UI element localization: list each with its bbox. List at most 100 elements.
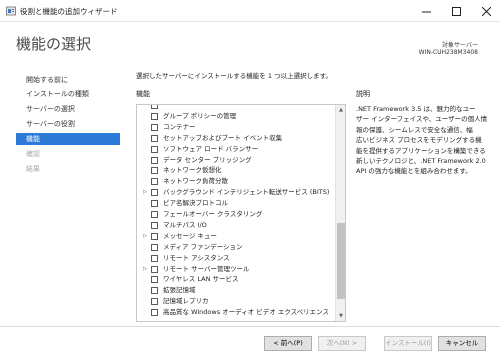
minimize-button[interactable]: [412, 0, 440, 22]
wizard-navigation: 開始する前に インストールの種類 サーバーの選択 サーバーの役割 機能 確認 結果: [0, 66, 122, 316]
feature-label: メディア ファンデーション: [163, 242, 243, 251]
target-server-label: 対象サーバー: [442, 42, 478, 49]
description-line: 新しいテクノロジと、.NET Framework 2.0: [356, 157, 486, 166]
feature-checkbox[interactable]: [151, 243, 158, 251]
feature-label: 高品質な Windows オーディオ ビデオ エクスペリエンス: [163, 308, 330, 317]
feature-description: .NET Framework 3.5 は、魅力的なユーザー インターフェイスや、…: [356, 104, 492, 177]
feature-list-item[interactable]: 記憶域レプリカ: [137, 296, 333, 307]
feature-checkbox[interactable]: [151, 287, 158, 295]
wizard-content: 選択したサーバーにインストールする機能を 1 つ以上選択します。 機能 説明 ▲…: [126, 66, 500, 326]
feature-list-item[interactable]: リモート アシスタンス: [137, 253, 333, 264]
feature-checkbox[interactable]: [151, 298, 158, 306]
close-icon: [481, 6, 491, 16]
nav-item: 確認: [26, 150, 40, 158]
nav-item[interactable]: 開始する前に: [16, 74, 120, 86]
feature-list-item[interactable]: セットアップおよびブート イベント収集: [137, 133, 333, 144]
scroll-down-arrow-icon[interactable]: ▼: [336, 311, 345, 321]
feature-label: フェールオーバー クラスタリング: [163, 210, 263, 218]
feature-label: バックグラウンド インテリジェント転送サービス (BITS): [163, 188, 330, 197]
feature-checkbox[interactable]: [151, 276, 158, 284]
feature-list-item[interactable]: ネットワーク仮想化: [137, 165, 333, 176]
feature-checkbox[interactable]: [151, 167, 158, 175]
feature-list-item[interactable]: ▷ リモート サーバー管理ツール: [137, 264, 333, 275]
feature-list-item[interactable]: マルチパス I/O: [137, 220, 333, 231]
feature-checkbox[interactable]: [151, 145, 158, 153]
description-line: 広いビジネス プロセスをモデリングする機: [356, 136, 482, 145]
feature-checkbox[interactable]: [151, 309, 158, 317]
nav-item[interactable]: サーバーの選択: [16, 103, 120, 115]
feature-label: リモート アシスタンス: [163, 253, 230, 262]
previous-button[interactable]: < 前へ(P): [264, 336, 312, 351]
expand-arrow-icon[interactable]: ▷: [142, 187, 148, 198]
feature-list-item[interactable]: データ センター ブリッジング: [137, 155, 333, 166]
feature-label: データ センター ブリッジング: [163, 155, 252, 164]
feature-checkbox[interactable]: [151, 265, 158, 273]
install-button[interactable]: インストール(I): [384, 336, 432, 351]
feature-checkbox[interactable]: [151, 112, 158, 120]
feature-list-item[interactable]: ピア名解決プロトコル: [137, 198, 333, 209]
nav-item[interactable]: サーバーの役割: [16, 118, 120, 130]
feature-tree-list[interactable]: ▲ ▼ グループ ポリシーの管理コンテナー セットアップおよびブート イベント収集…: [136, 104, 346, 322]
feature-label: メッセージ キュー: [163, 231, 217, 240]
feature-checkbox[interactable]: [151, 200, 158, 208]
page-title: 機能の選択: [16, 35, 92, 53]
feature-list-item[interactable]: ソフトウェア ロード バランサー: [137, 144, 333, 155]
feature-label: ピア名解決プロトコル: [163, 199, 228, 208]
feature-list-item[interactable]: コンテナー: [137, 122, 333, 133]
nav-item[interactable]: 機能: [16, 133, 120, 145]
feature-label: ネットワーク仮想化: [163, 166, 222, 175]
description-line: 報の保護、シームレスで安全な通信、幅: [356, 125, 473, 134]
feature-checkbox[interactable]: [151, 123, 158, 131]
scrollbar-thumb[interactable]: [337, 223, 345, 299]
maximize-button[interactable]: [442, 0, 470, 22]
next-button[interactable]: 次へ(N) >: [318, 336, 366, 351]
feature-checkbox[interactable]: [151, 232, 158, 240]
feature-checkbox[interactable]: [151, 221, 158, 229]
feature-checkbox[interactable]: [151, 105, 158, 109]
feature-label: グループ ポリシーの管理: [163, 111, 237, 120]
wizard-header: 機能の選択 対象サーバー WIN-CUH238M3408: [0, 22, 500, 66]
nav-item[interactable]: インストールの種類: [16, 88, 120, 100]
feature-checkbox[interactable]: [151, 211, 158, 218]
feature-checkbox[interactable]: [151, 156, 158, 164]
feature-checkbox[interactable]: [151, 134, 158, 142]
feature-list-item[interactable]: ネットワーク負荷分散: [137, 176, 333, 187]
feature-list-item[interactable]: メディア ファンデーション: [137, 242, 333, 253]
feature-list-item[interactable]: 高品質な Windows オーディオ ビデオ エクスペリエンス: [137, 307, 333, 318]
close-button[interactable]: [472, 0, 500, 22]
feature-label: リモート サーバー管理ツール: [163, 264, 250, 273]
wizard-footer: < 前へ(P) 次へ(N) > インストール(I) キャンセル: [0, 326, 500, 358]
description-line: 能を提供するアプリケーションを構築できる: [356, 146, 486, 155]
feature-label: 記憶域レプリカ: [163, 297, 209, 306]
title-bar: 役割と機能の追加ウィザード: [0, 0, 500, 22]
expand-arrow-icon[interactable]: ▷: [142, 231, 148, 242]
target-server-name: WIN-CUH238M3408: [418, 49, 478, 56]
instruction-text: 選択したサーバーにインストールする機能を 1 つ以上選択します。: [136, 72, 332, 80]
feature-checkbox[interactable]: [151, 189, 158, 197]
maximize-icon: [451, 6, 461, 16]
feature-list-item[interactable]: グループ ポリシーの管理: [137, 111, 333, 122]
minimize-icon: [421, 11, 431, 12]
feature-label: セットアップおよびブート イベント収集: [163, 133, 283, 142]
window-title: 役割と機能の追加ウィザード: [20, 7, 118, 16]
feature-list-item[interactable]: ▷ メッセージ キュー: [137, 231, 333, 242]
feature-list-scrollbar[interactable]: ▲ ▼: [335, 105, 345, 321]
feature-checkbox[interactable]: [151, 178, 158, 186]
features-heading: 機能: [136, 90, 150, 98]
description-line: .NET Framework 3.5 は、魅力的なユー: [356, 105, 476, 113]
description-heading: 説明: [356, 90, 370, 98]
expand-arrow-icon[interactable]: ▷: [142, 264, 148, 275]
feature-checkbox[interactable]: [151, 254, 158, 262]
feature-list-item[interactable]: フェールオーバー クラスタリング: [137, 209, 333, 220]
feature-list-item[interactable]: ▷ バックグラウンド インテリジェント転送サービス (BITS): [137, 187, 333, 198]
scroll-up-arrow-icon[interactable]: ▲: [336, 105, 345, 115]
feature-label: ソフトウェア ロード バランサー: [163, 144, 259, 153]
description-line: API の強力な機能とを組み合わせます。: [356, 167, 472, 176]
cancel-button[interactable]: キャンセル: [438, 336, 486, 351]
server-manager-icon: [6, 6, 16, 16]
feature-label: マルチパス I/O: [163, 220, 207, 229]
feature-list-item[interactable]: 拡張記憶域: [137, 285, 333, 296]
description-line: ザー インターフェイスや、ユーザーの個人情: [356, 115, 488, 124]
feature-label: 拡張記憶域: [163, 286, 196, 295]
feature-list-item[interactable]: ワイヤレス LAN サービス: [137, 274, 333, 285]
